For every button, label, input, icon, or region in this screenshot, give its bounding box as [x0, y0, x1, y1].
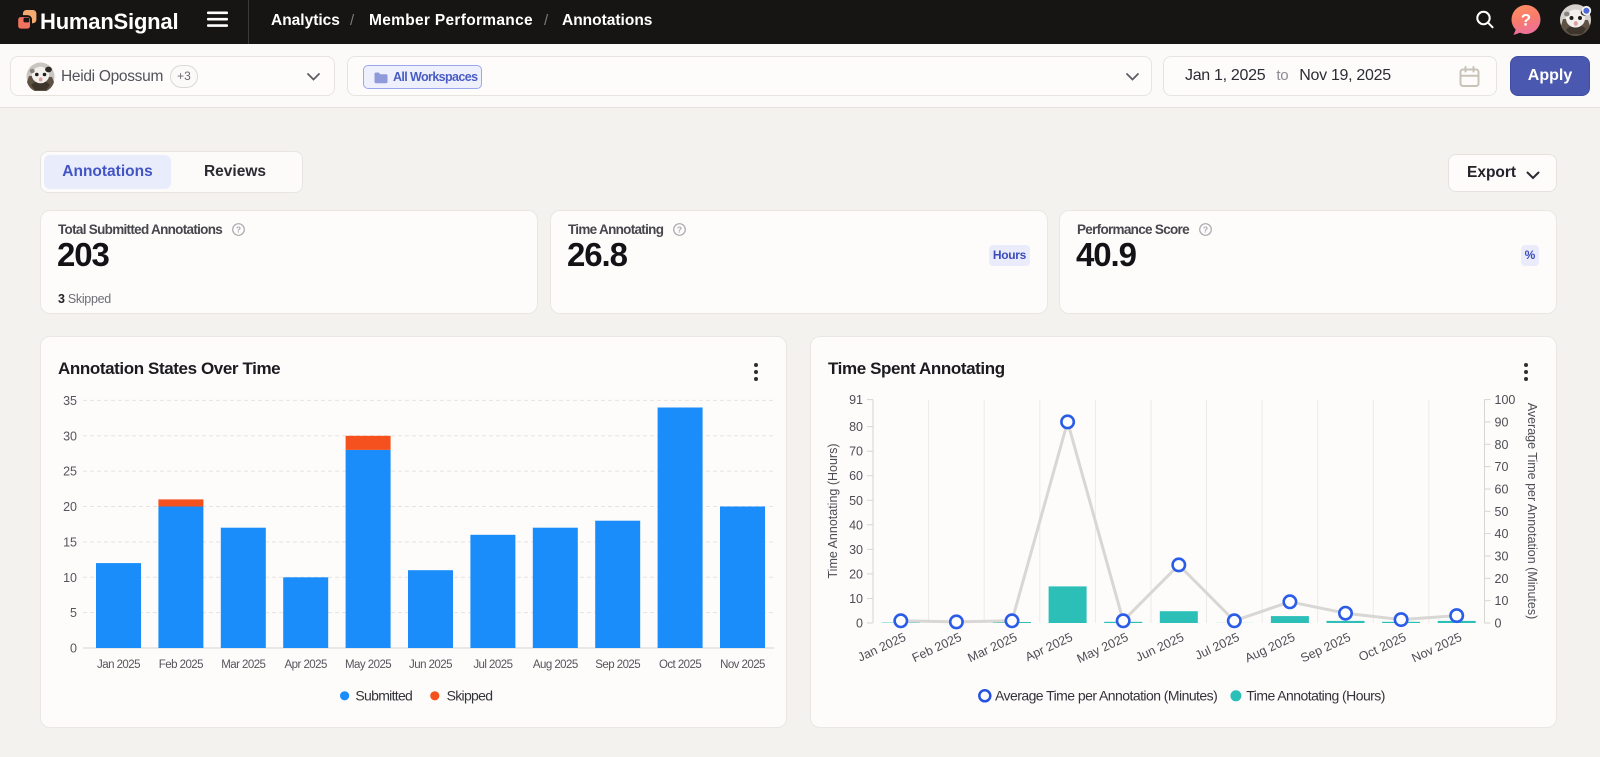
svg-text:10: 10 [63, 571, 77, 585]
svg-text:?: ? [677, 225, 682, 235]
svg-text:0: 0 [70, 642, 77, 656]
svg-text:50: 50 [1495, 505, 1509, 519]
svg-text:Sep 2025: Sep 2025 [1298, 630, 1352, 665]
svg-text:Jun 2025: Jun 2025 [1134, 630, 1187, 664]
svg-text:Nov 2025: Nov 2025 [1410, 630, 1464, 665]
svg-text:Sep 2025: Sep 2025 [595, 659, 640, 671]
svg-text:30: 30 [849, 543, 863, 557]
svg-text:70: 70 [1495, 460, 1509, 474]
svg-text:Apr 2025: Apr 2025 [1023, 630, 1075, 664]
svg-text:Apr 2025: Apr 2025 [285, 659, 327, 671]
svg-text:40: 40 [1495, 527, 1509, 541]
svg-text:Submitted: Submitted [355, 687, 412, 703]
svg-text:Aug 2025: Aug 2025 [533, 659, 578, 671]
svg-text:60: 60 [1495, 483, 1509, 497]
svg-text:100: 100 [1495, 393, 1516, 407]
svg-text:Oct 2025: Oct 2025 [659, 659, 701, 671]
svg-text:Jan 2025: Jan 2025 [97, 659, 140, 671]
svg-text:Feb 2025: Feb 2025 [159, 659, 203, 671]
svg-text:20: 20 [849, 567, 863, 581]
svg-text:May 2025: May 2025 [345, 659, 391, 671]
svg-text:25: 25 [63, 465, 77, 479]
svg-text:20: 20 [63, 500, 77, 514]
svg-text:Nov 2025: Nov 2025 [720, 659, 765, 671]
svg-text:Mar 2025: Mar 2025 [221, 659, 265, 671]
svg-text:Time Annotating (Hours): Time Annotating (Hours) [826, 443, 840, 578]
svg-text:Jan 2025: Jan 2025 [856, 630, 909, 664]
svg-text:50: 50 [849, 494, 863, 508]
svg-text:35: 35 [63, 394, 77, 408]
svg-text:Mar 2025: Mar 2025 [965, 630, 1019, 665]
svg-text:20: 20 [1495, 572, 1509, 586]
svg-text:30: 30 [1495, 550, 1509, 564]
svg-text:30: 30 [63, 429, 77, 443]
svg-text:80: 80 [1495, 438, 1509, 452]
svg-text:Average Time per Annotation (M: Average Time per Annotation (Minutes) [995, 687, 1217, 703]
svg-text:Time Annotating (Hours): Time Annotating (Hours) [1246, 687, 1385, 703]
svg-text:Jul 2025: Jul 2025 [1193, 630, 1242, 663]
svg-text:0: 0 [856, 617, 863, 631]
svg-text:91: 91 [849, 393, 863, 407]
svg-text:Jul 2025: Jul 2025 [473, 659, 512, 671]
svg-text:May 2025: May 2025 [1075, 630, 1131, 666]
svg-text:90: 90 [1495, 415, 1509, 429]
svg-text:Feb 2025: Feb 2025 [910, 630, 964, 665]
svg-text:0: 0 [1495, 617, 1502, 631]
svg-text:10: 10 [849, 592, 863, 606]
svg-text:?: ? [1521, 11, 1531, 30]
svg-text:Jun 2025: Jun 2025 [409, 659, 452, 671]
svg-text:80: 80 [849, 420, 863, 434]
svg-text:5: 5 [70, 606, 77, 620]
svg-text:70: 70 [849, 445, 863, 459]
svg-text:Average Time per Annotation (M: Average Time per Annotation (Minutes) [1525, 403, 1539, 620]
svg-text:60: 60 [849, 469, 863, 483]
svg-text:Skipped: Skipped [447, 687, 493, 703]
svg-text:10: 10 [1495, 594, 1509, 608]
svg-text:Aug 2025: Aug 2025 [1243, 630, 1297, 665]
svg-text:Oct 2025: Oct 2025 [1356, 630, 1408, 664]
svg-text:?: ? [1203, 225, 1208, 235]
svg-text:?: ? [236, 225, 241, 235]
svg-text:15: 15 [63, 535, 77, 549]
svg-text:40: 40 [849, 518, 863, 532]
